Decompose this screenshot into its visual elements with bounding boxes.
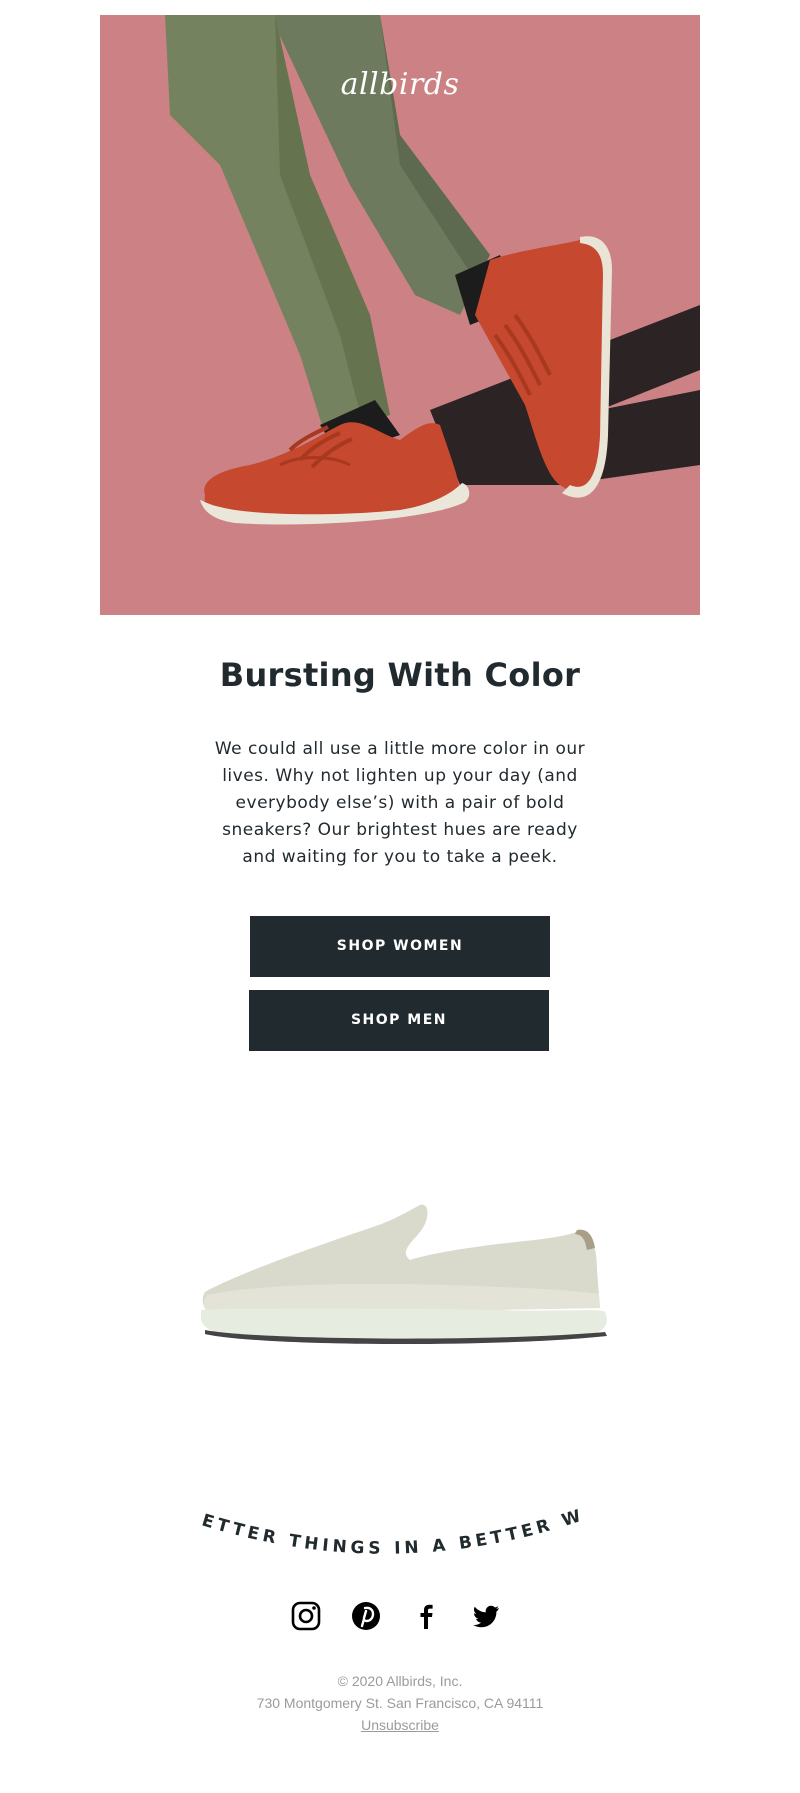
tagline-arc: BETTER THINGS IN A BETTER WAY [190, 1475, 586, 1559]
email-page: allbirds Bursting With Color We could al… [0, 0, 800, 1793]
tagline-text: BETTER THINGS IN A BETTER WAY [190, 1475, 582, 1559]
shop-women-button[interactable]: SHOP WOMEN [250, 916, 550, 977]
headline: Bursting With Color [219, 656, 581, 694]
facebook-icon[interactable] [408, 1598, 444, 1634]
copyright-text: © 2020 Allbirds, Inc. [337, 1673, 463, 1689]
twitter-icon[interactable] [468, 1598, 504, 1634]
footer: © 2020 Allbirds, Inc. 730 Montgomery St.… [0, 1670, 800, 1736]
tagline: BETTER THINGS IN A BETTER WAY [190, 1475, 610, 1565]
brand-logo[interactable]: allbirds [100, 67, 700, 102]
svg-text:BETTER THINGS IN A BETTER WAY: BETTER THINGS IN A BETTER WAY [190, 1475, 586, 1559]
shop-men-button[interactable]: SHOP MEN [249, 990, 549, 1051]
instagram-icon[interactable] [288, 1598, 324, 1634]
address-text: 730 Montgomery St. San Francisco, CA 941… [256, 1695, 544, 1711]
hero-illustration [100, 15, 700, 615]
social-links [280, 1598, 520, 1634]
body-copy: We could all use a little more color in … [214, 739, 586, 867]
slip-on-shoe-illustration [201, 1204, 607, 1345]
product-image[interactable] [195, 1190, 615, 1360]
hero-image[interactable]: allbirds [100, 15, 700, 615]
pinterest-icon[interactable] [348, 1598, 384, 1634]
unsubscribe-link[interactable]: Unsubscribe [361, 1717, 439, 1733]
